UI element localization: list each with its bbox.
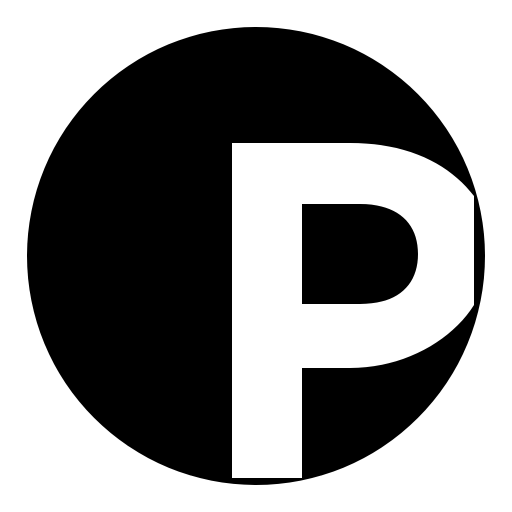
p-letter-logo-icon [27,27,485,485]
logo [0,0,512,512]
